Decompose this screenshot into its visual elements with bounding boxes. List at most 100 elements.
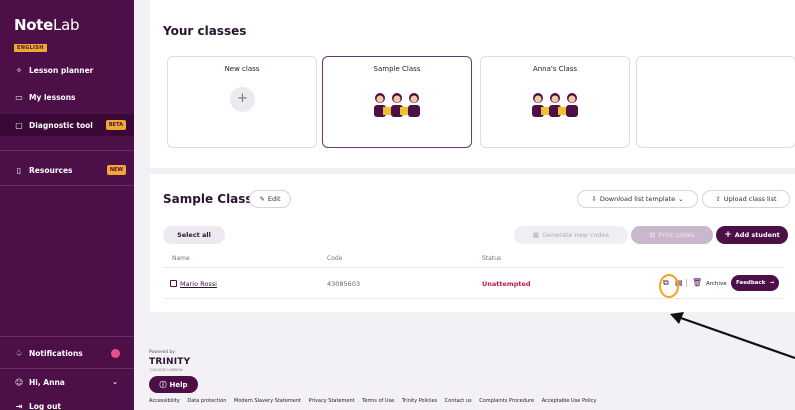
trash-icon[interactable]: 🗑: [692, 278, 702, 287]
user-icon: ☺: [14, 377, 24, 387]
upload-label: Upload class list: [723, 195, 777, 203]
card-label: New class: [224, 65, 260, 73]
row-separator: |: [685, 278, 688, 287]
annotation-arrow-icon: [670, 312, 795, 360]
highlight-ring: [659, 274, 679, 298]
footer-link[interactable]: Terms of Use: [362, 398, 394, 404]
card-label: Anna's Class: [532, 65, 578, 73]
help-label: Help: [169, 380, 188, 389]
students-illustration-icon: [532, 93, 578, 117]
column-header-code: Code: [327, 255, 343, 262]
generate-codes-button[interactable]: ▦ Generate new codes: [514, 226, 628, 244]
sidebar-item-user[interactable]: ☺ Hi, Anna ⌄: [0, 371, 134, 393]
notelab-logo[interactable]: NoteLab ENGLISH: [14, 16, 79, 53]
sidebar-item-notifications[interactable]: ♤ Notifications: [0, 342, 134, 364]
edit-class-button[interactable]: ✎ Edit: [249, 190, 291, 208]
class-card-annas[interactable]: Anna's Class: [480, 56, 630, 148]
footer-links: Accessibility Data protection Modern Sla…: [149, 398, 602, 404]
logo-badge: ENGLISH: [14, 44, 47, 52]
select-all-button[interactable]: Select all: [163, 226, 225, 244]
new-badge: NEW: [106, 165, 126, 175]
print-icon: ▤: [649, 231, 656, 239]
notification-dot: [111, 348, 120, 358]
table-divider: [164, 267, 784, 268]
column-header-status: Status: [482, 255, 502, 262]
sidebar-item-resources[interactable]: ▯ Resources NEW: [0, 159, 134, 181]
footer-link[interactable]: Complaints Procedure: [479, 398, 534, 404]
upload-icon: ⇧: [715, 195, 721, 203]
sidebar-item-lesson-planner[interactable]: ✧ Lesson planner: [0, 59, 134, 81]
add-student-label: Add student: [734, 231, 780, 239]
sidebar-item-label: Diagnostic tool: [29, 120, 93, 130]
row-checkbox[interactable]: [170, 280, 177, 287]
print-codes-button[interactable]: ▤ Print codes: [631, 226, 713, 244]
sidebar-divider: [0, 150, 134, 151]
class-title: Sample Class: [163, 192, 253, 206]
sidebar-item-label: Lesson planner: [29, 65, 94, 75]
student-code-cell: 43085603: [327, 280, 361, 288]
book-open-icon: ▯: [16, 165, 22, 175]
trinity-logo-sub: COLLEGE LONDON: [150, 368, 183, 372]
upload-class-list-button[interactable]: ⇧ Upload class list: [702, 190, 790, 208]
sidebar-divider: [0, 185, 134, 186]
class-card-empty[interactable]: [636, 56, 795, 148]
download-icon: ⇩: [591, 195, 597, 203]
download-label: Download list template: [599, 195, 676, 203]
sidebar-item-label: Log out: [29, 401, 61, 410]
sidebar-item-logout[interactable]: ⇥ Log out: [0, 395, 134, 410]
footer-link[interactable]: Privacy Statement: [309, 398, 355, 404]
feedback-label: Feedback: [735, 280, 766, 286]
sidebar-item-label: My lessons: [29, 92, 76, 102]
your-classes-title: Your classes: [163, 24, 247, 38]
plus-icon: +: [724, 230, 732, 240]
footer-link[interactable]: Data protection: [187, 398, 226, 404]
class-detail-panel: Sample Class ✎ Edit ⇩ Download list templa…: [150, 174, 795, 312]
codes-icon: ▦: [532, 231, 540, 239]
download-template-button[interactable]: ⇩ Download list template ⌄: [577, 190, 698, 208]
help-icon: ⓘ: [159, 380, 167, 389]
generate-codes-label: Generate new codes: [542, 231, 610, 239]
archive-link[interactable]: Archive: [706, 281, 727, 287]
add-student-button[interactable]: + Add student: [716, 226, 788, 244]
powered-by-label: Powered by: [149, 350, 176, 355]
plus-icon: +: [230, 87, 255, 112]
sidebar-item-label: Notifications: [29, 348, 83, 358]
sidebar-item-label: Hi, Anna: [29, 377, 65, 387]
help-button[interactable]: ⓘ Help: [149, 376, 198, 393]
trinity-logo[interactable]: TRINITY: [149, 357, 190, 367]
chevron-down-icon: ⌄: [112, 378, 118, 386]
edit-label: Edit: [267, 195, 281, 203]
column-header-name: Name: [172, 255, 190, 262]
beta-badge: BETA: [105, 120, 126, 130]
sidebar-divider: [0, 368, 134, 369]
bell-icon: ♤: [15, 348, 23, 358]
edit-icon: ✎: [259, 195, 265, 203]
student-name-cell: Mario Rossi: [170, 280, 217, 288]
sidebar-item-my-lessons[interactable]: ▭ My lessons: [0, 86, 134, 108]
feedback-button[interactable]: Feedback →: [731, 275, 779, 291]
footer-link[interactable]: Modern Slavery Statement: [234, 398, 301, 404]
footer-link[interactable]: Contact us: [445, 398, 472, 404]
footer-link[interactable]: Acceptable Use Policy: [542, 398, 597, 404]
class-card-sample[interactable]: Sample Class: [322, 56, 472, 148]
student-name-link[interactable]: Mario Rossi: [180, 280, 217, 288]
book-icon: ▭: [15, 92, 23, 102]
arrow-right-icon: →: [769, 280, 775, 286]
sidebar-divider: [0, 336, 134, 337]
footer-link[interactable]: Accessibility: [149, 398, 180, 404]
student-status-cell: Unattempted: [482, 280, 531, 288]
sidebar: NoteLab ENGLISH ✧ Lesson planner ▭ My le…: [0, 0, 134, 410]
sparkle-icon: ✧: [15, 65, 23, 75]
print-codes-label: Print codes: [658, 231, 695, 239]
sidebar-item-diagnostic-tool[interactable]: ▢ Diagnostic tool BETA: [0, 114, 134, 136]
logo-text: Note: [14, 16, 54, 34]
new-class-card[interactable]: New class +: [167, 56, 317, 148]
your-classes-panel: Your classes New class + Sample Class An…: [150, 0, 795, 168]
logo-text-light: Lab: [53, 16, 80, 34]
logout-icon: ⇥: [15, 401, 23, 410]
card-label: Sample Class: [373, 65, 421, 73]
chat-icon: ▢: [15, 120, 23, 130]
chevron-down-icon: ⌄: [678, 195, 684, 203]
sidebar-item-label: Resources: [29, 165, 73, 175]
footer-link[interactable]: Trinity Policies: [402, 398, 437, 404]
